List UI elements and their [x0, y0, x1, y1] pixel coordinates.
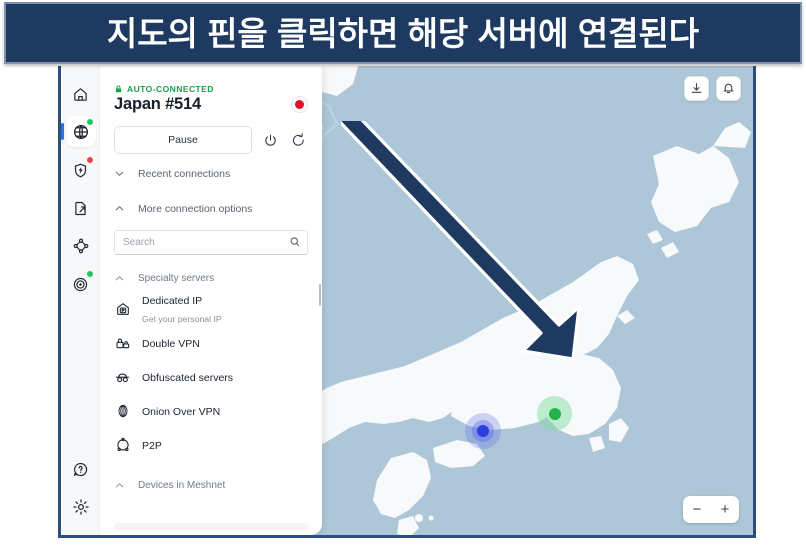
map-controls	[684, 76, 741, 101]
sidebar-rail-bottom	[61, 451, 99, 527]
server-text: P2P	[142, 436, 162, 454]
server-title: P2P	[142, 440, 162, 452]
specialty-servers-header[interactable]: Specialty servers	[114, 264, 308, 292]
connection-title-row: Japan #514	[114, 95, 308, 114]
download-button[interactable]	[684, 76, 709, 101]
obfuscated-icon	[114, 369, 131, 386]
connection-status-row: AUTO-CONNECTED	[114, 66, 308, 94]
connection-actions: Pause	[114, 126, 308, 154]
help-icon	[73, 462, 88, 476]
globe-icon	[73, 124, 88, 140]
sidebar-rail-top	[61, 76, 99, 304]
server-text: Obfuscated servers	[142, 368, 233, 386]
more-connection-options-label: More connection options	[138, 202, 253, 215]
search-icon	[290, 237, 300, 247]
tokyo-server-pin[interactable]	[537, 396, 572, 431]
specialty-server-p2p[interactable]: P2P	[114, 428, 308, 462]
status-badge-online	[86, 270, 94, 278]
more-connection-options-row[interactable]: More connection options	[114, 193, 308, 224]
sidebar-item-settings[interactable]	[61, 489, 100, 525]
disconnect-button[interactable]	[261, 131, 280, 150]
onion-icon	[114, 403, 131, 419]
connection-panel: AUTO-CONNECTED Japan #514 Pause Recent c…	[100, 66, 322, 535]
meshnet-icon	[73, 238, 88, 254]
nordvpn-app-window: − + AUTO-CONNECTED Japan #514 Pause Rece…	[58, 66, 756, 538]
chevron-down-icon	[115, 171, 124, 176]
search-input[interactable]	[114, 230, 308, 255]
specialty-server-onion-over-vpn[interactable]: Onion Over VPN	[114, 394, 308, 428]
file-share-icon	[75, 201, 86, 215]
server-text: Double VPN	[142, 334, 200, 352]
screenshot-root: − + AUTO-CONNECTED Japan #514 Pause Rece…	[0, 0, 806, 546]
refresh-icon	[292, 132, 304, 146]
server-text: Onion Over VPN	[142, 402, 220, 420]
meshnet-devices-header[interactable]: Devices in Meshnet	[114, 471, 308, 499]
specialty-servers-label: Specialty servers	[138, 272, 215, 284]
server-title: Double VPN	[142, 338, 200, 350]
pause-button[interactable]: Pause	[114, 126, 252, 154]
connection-status-text: AUTO-CONNECTED	[127, 84, 214, 94]
bell-icon	[723, 83, 734, 94]
chevron-up-icon	[115, 275, 124, 280]
zoom-in-button[interactable]: +	[711, 496, 739, 523]
instruction-banner-text: 지도의 핀을 클릭하면 해당 서버에 연결된다	[106, 14, 700, 52]
status-badge-alert	[86, 156, 94, 164]
dedicated-ip-icon	[114, 301, 131, 317]
sidebar-item-threat-protection[interactable]	[61, 152, 100, 188]
download-icon	[691, 83, 702, 93]
home-icon	[74, 87, 87, 101]
lock-icon	[115, 85, 122, 93]
reconnect-button[interactable]	[289, 131, 308, 150]
p2p-icon	[114, 437, 131, 453]
sidebar-item-file-share[interactable]	[61, 190, 100, 226]
osaka-server-pin[interactable]	[465, 413, 501, 449]
sidebar-item-home[interactable]	[61, 76, 100, 112]
instruction-banner: 지도의 핀을 클릭하면 해당 서버에 연결된다	[4, 2, 802, 64]
pin-dot	[548, 407, 561, 420]
sidebar-rail	[61, 66, 100, 535]
recent-connections-label: Recent connections	[138, 167, 231, 180]
search-field	[114, 230, 308, 255]
status-badge-online	[86, 118, 94, 126]
specialty-server-double-vpn[interactable]: Double VPN	[114, 326, 308, 360]
server-title: Dedicated IP	[142, 295, 203, 307]
zoom-out-button[interactable]: −	[683, 496, 711, 523]
recent-connections-row[interactable]: Recent connections	[114, 158, 308, 189]
sidebar-item-help[interactable]	[61, 451, 100, 487]
sidebar-item-vpn-servers[interactable]	[61, 114, 100, 150]
japan-flag-icon	[291, 96, 308, 113]
meshnet-devices-label: Devices in Meshnet	[138, 479, 226, 491]
server-title: Obfuscated servers	[142, 372, 234, 384]
power-icon	[265, 134, 276, 146]
map-zoom-controls: − +	[683, 496, 739, 523]
specialty-server-dedicated-ip[interactable]: Dedicated IP Get your personal IP	[114, 292, 308, 326]
connection-panel-content: AUTO-CONNECTED Japan #514 Pause Recent c…	[100, 66, 322, 535]
server-text: Dedicated IP Get your personal IP	[142, 291, 222, 327]
sidebar-item-dark-web-monitor[interactable]	[61, 266, 100, 302]
chevron-up-icon	[115, 482, 124, 487]
pause-button-label: Pause	[168, 134, 198, 146]
chevron-up-icon	[115, 206, 124, 211]
gear-icon	[72, 499, 89, 515]
panel-footer-placeholder	[114, 523, 308, 530]
double-vpn-icon	[114, 335, 131, 351]
server-subtitle: Get your personal IP	[142, 314, 222, 324]
notifications-button[interactable]	[716, 76, 741, 101]
connection-server-name: Japan #514	[114, 95, 201, 113]
shield-icon	[74, 163, 87, 177]
server-title: Onion Over VPN	[142, 406, 221, 418]
specialty-server-obfuscated[interactable]: Obfuscated servers	[114, 360, 308, 394]
panel-scrollbar[interactable]	[318, 284, 321, 306]
target-icon	[73, 277, 88, 291]
sidebar-item-meshnet[interactable]	[61, 228, 100, 264]
pin-dot	[477, 425, 489, 437]
